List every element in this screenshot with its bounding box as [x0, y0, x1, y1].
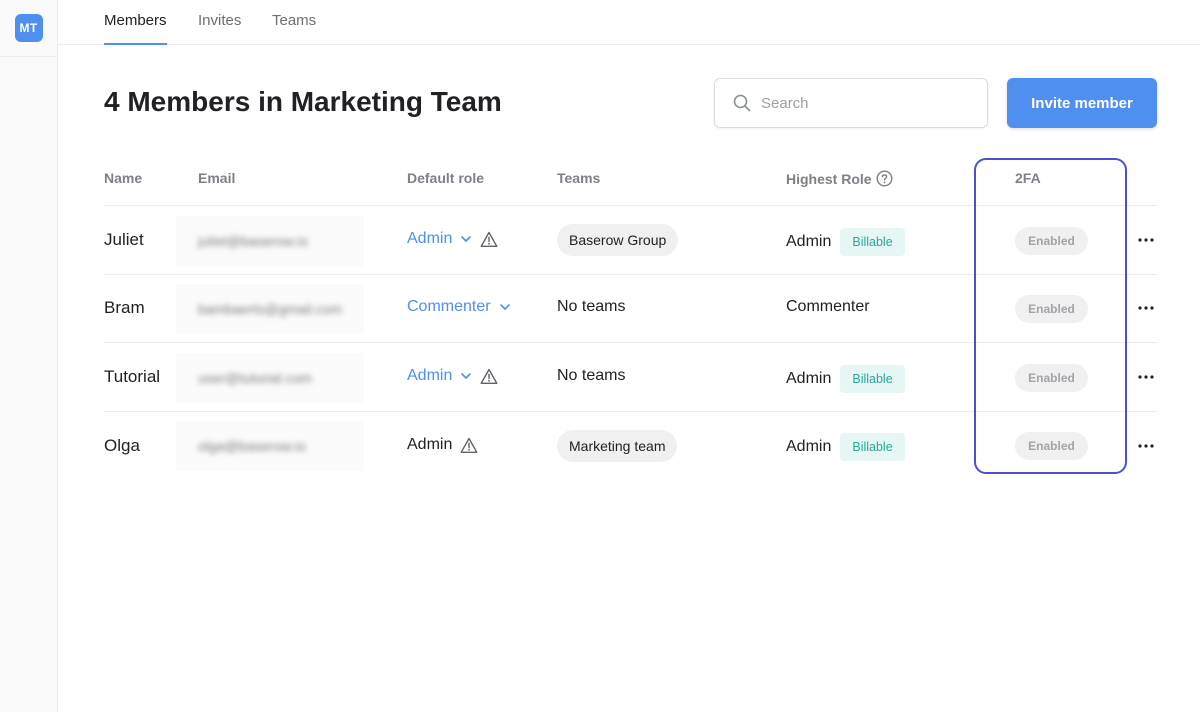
- highest-role-value: Admin: [786, 370, 832, 387]
- member-name: Tutorial: [104, 367, 161, 386]
- member-email: user@tutorial.com: [176, 353, 364, 403]
- team-cell: No teams: [557, 367, 625, 385]
- member-name: Olga: [104, 436, 140, 455]
- warning-icon: [460, 437, 478, 454]
- warning-icon: [480, 231, 498, 248]
- row-divider: [104, 342, 1157, 343]
- default-role-cell: Admin: [407, 436, 478, 454]
- row-divider: [104, 205, 1157, 206]
- search-icon: [733, 94, 751, 112]
- default-role-value: Admin: [407, 230, 453, 247]
- 2fa-status-badge: Enabled: [1015, 364, 1088, 392]
- sidebar: MT: [0, 0, 58, 712]
- highest-role-cell: Commenter: [786, 298, 870, 316]
- billable-badge: Billable: [840, 228, 905, 256]
- default-role-value: Admin: [407, 436, 453, 453]
- tab-members[interactable]: Members: [104, 12, 167, 45]
- member-email: bambaerts@gmail.com: [176, 284, 364, 334]
- chevron-down-icon: [460, 372, 472, 380]
- 2fa-status-badge: Enabled: [1015, 227, 1088, 255]
- team-pill: Marketing team: [557, 430, 678, 462]
- billable-badge: Billable: [840, 433, 905, 461]
- warning-icon: [480, 368, 498, 385]
- tab-invites[interactable]: Invites: [198, 12, 241, 45]
- member-name: Juliet: [104, 230, 144, 249]
- member-email-text: olga@baserow.io: [198, 438, 306, 454]
- highest-role-cell: Admin Billable: [786, 433, 905, 461]
- chevron-down-icon: [460, 235, 472, 243]
- member-email-text: bambaerts@gmail.com: [198, 301, 343, 317]
- highest-role-value: Commenter: [786, 298, 870, 315]
- no-teams-text: No teams: [557, 367, 626, 384]
- column-header-highest-role: Highest Role: [786, 170, 893, 187]
- member-name: Bram: [104, 298, 145, 317]
- more-options-icon[interactable]: [1136, 230, 1156, 250]
- 2fa-status-badge: Enabled: [1015, 432, 1088, 460]
- tab-bar: Members Invites Teams: [58, 0, 1200, 45]
- default-role-dropdown[interactable]: Admin: [407, 367, 498, 385]
- column-header-name: Name: [104, 170, 143, 186]
- column-header-2fa: 2FA: [1015, 170, 1041, 186]
- team-pill: Baserow Group: [557, 224, 679, 256]
- team-cell: Marketing team: [557, 430, 678, 462]
- more-options-icon[interactable]: [1136, 436, 1156, 456]
- member-email: olga@baserow.io: [176, 421, 364, 471]
- page-title: 4 Members in Marketing Team: [104, 86, 502, 117]
- column-header-default-role: Default role: [407, 170, 485, 186]
- default-role-value: Commenter: [407, 298, 491, 315]
- sidebar-header: MT: [0, 0, 57, 57]
- team-cell: No teams: [557, 298, 625, 316]
- row-divider: [104, 411, 1157, 412]
- column-header-highest-role-label: Highest Role: [786, 170, 872, 187]
- column-header-email: Email: [198, 170, 236, 186]
- more-options-icon[interactable]: [1136, 298, 1156, 318]
- no-teams-text: No teams: [557, 298, 626, 315]
- highest-role-cell: Admin Billable: [786, 365, 905, 393]
- default-role-value: Admin: [407, 367, 453, 384]
- member-email: juliet@baserow.io: [176, 216, 364, 266]
- search-box[interactable]: [714, 78, 988, 128]
- workspace-avatar[interactable]: MT: [14, 14, 43, 42]
- default-role-dropdown[interactable]: Admin: [407, 230, 498, 248]
- member-email-text: juliet@baserow.io: [198, 233, 308, 249]
- highest-role-cell: Admin Billable: [786, 228, 905, 256]
- row-divider: [104, 274, 1157, 275]
- chevron-down-icon: [499, 303, 511, 311]
- tab-teams[interactable]: Teams: [272, 12, 316, 45]
- more-options-icon[interactable]: [1136, 367, 1156, 387]
- highest-role-value: Admin: [786, 438, 832, 455]
- member-email-text: user@tutorial.com: [198, 370, 312, 386]
- column-header-teams: Teams: [557, 170, 601, 186]
- default-role-dropdown[interactable]: Commenter: [407, 298, 511, 316]
- billable-badge: Billable: [840, 365, 905, 393]
- team-cell: Baserow Group: [557, 224, 679, 256]
- invite-member-button[interactable]: Invite member: [1007, 78, 1157, 128]
- highest-role-value: Admin: [786, 233, 832, 250]
- search-input[interactable]: [761, 94, 971, 112]
- help-icon[interactable]: [876, 170, 893, 187]
- 2fa-status-badge: Enabled: [1015, 295, 1088, 323]
